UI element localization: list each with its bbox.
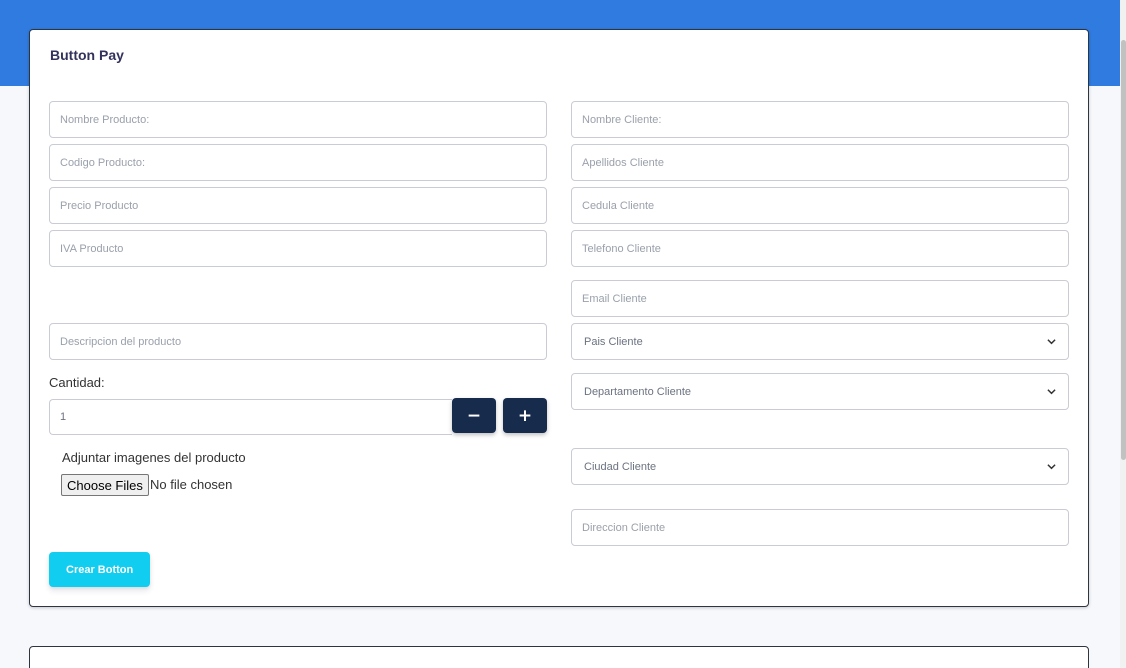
choose-files-button[interactable]: Choose Files	[61, 474, 149, 496]
client-id-input[interactable]	[571, 187, 1069, 224]
product-description-input[interactable]	[49, 323, 547, 360]
secondary-card	[29, 646, 1089, 668]
scrollbar-thumb[interactable]	[1121, 40, 1126, 460]
chevron-down-icon	[1047, 339, 1056, 345]
client-department-select[interactable]: Departamento Cliente	[571, 373, 1069, 410]
chevron-down-icon	[1047, 389, 1056, 395]
product-name-input[interactable]	[49, 101, 547, 138]
quantity-label: Cantidad:	[49, 375, 105, 390]
attach-images-label: Adjuntar imagenes del producto	[62, 450, 246, 465]
chevron-down-icon	[1047, 464, 1056, 470]
client-address-input[interactable]	[571, 509, 1069, 546]
client-city-select[interactable]: Ciudad Cliente	[571, 448, 1069, 485]
quantity-input[interactable]	[49, 399, 452, 435]
product-price-input[interactable]	[49, 187, 547, 224]
client-name-input[interactable]	[571, 101, 1069, 138]
no-file-chosen-text: No file chosen	[150, 477, 233, 492]
client-phone-input[interactable]	[571, 230, 1069, 267]
quantity-decrement-button[interactable]: −	[452, 398, 496, 433]
create-button[interactable]: Crear Botton	[49, 552, 151, 587]
button-pay-card: Button Pay Cantidad: − + Adjuntar imagen…	[29, 29, 1089, 607]
quantity-increment-button[interactable]: +	[503, 398, 547, 433]
client-country-value: Pais Cliente	[584, 335, 643, 348]
product-iva-input[interactable]	[49, 230, 547, 267]
client-city-value: Ciudad Cliente	[584, 460, 657, 473]
client-email-input[interactable]	[571, 280, 1069, 317]
product-code-input[interactable]	[49, 144, 547, 181]
client-country-select[interactable]: Pais Cliente	[571, 323, 1069, 360]
page-scrollbar[interactable]	[1120, 0, 1126, 668]
client-lastname-input[interactable]	[571, 144, 1069, 181]
card-title: Button Pay	[50, 47, 124, 63]
client-department-value: Departamento Cliente	[584, 385, 692, 398]
